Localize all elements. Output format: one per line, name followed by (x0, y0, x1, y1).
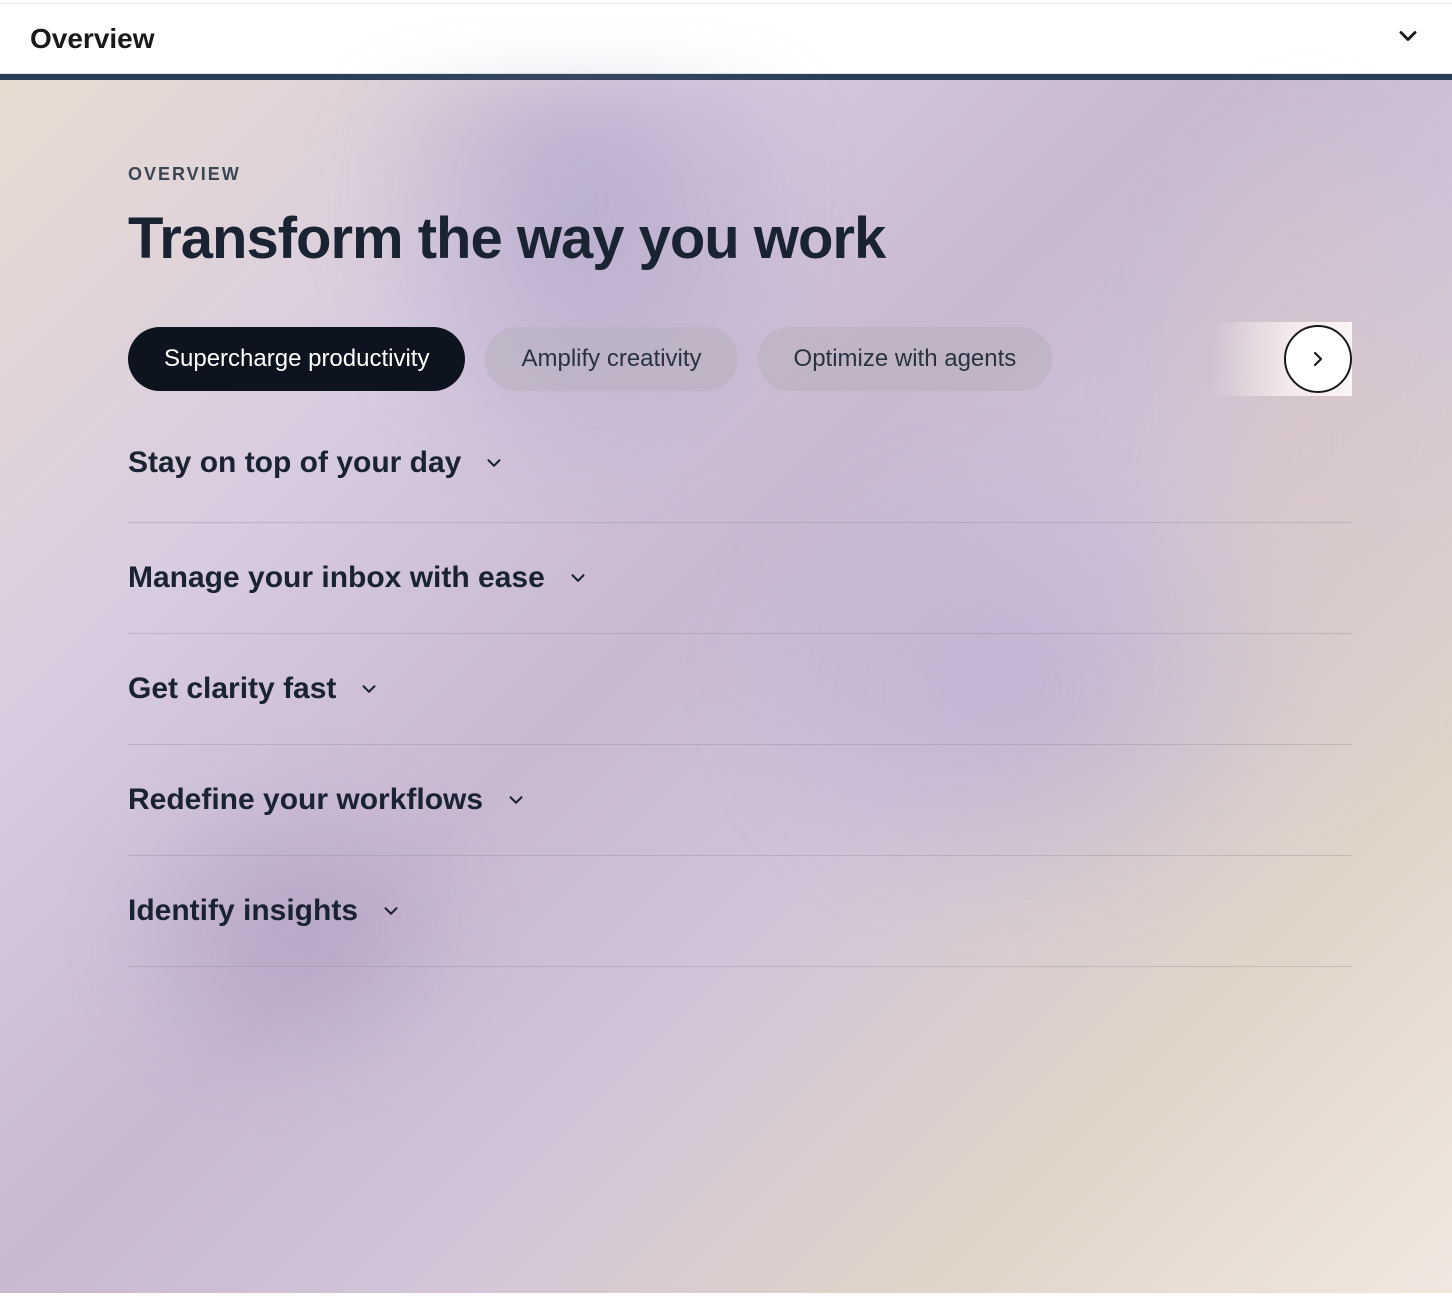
accordion-item-redefine-workflows[interactable]: Redefine your workflows (128, 745, 1352, 856)
accordion-item-manage-inbox[interactable]: Manage your inbox with ease (128, 523, 1352, 634)
chevron-down-icon (1394, 22, 1422, 50)
accordion-item-stay-on-top[interactable]: Stay on top of your day (128, 446, 1352, 523)
page-header: Overview (0, 4, 1452, 74)
content-area: OVERVIEW Transform the way you work Supe… (0, 74, 1452, 1293)
chevron-down-icon (358, 678, 380, 700)
accordion-item-identify-insights[interactable]: Identify insights (128, 856, 1352, 967)
main-heading: Transform the way you work (128, 205, 1352, 272)
chevron-down-icon (380, 900, 402, 922)
accordion-item-get-clarity[interactable]: Get clarity fast (128, 634, 1352, 745)
chevron-down-icon (505, 789, 527, 811)
tabs-scroll-next-button[interactable] (1284, 325, 1352, 393)
header-title: Overview (30, 23, 155, 55)
tab-amplify-creativity[interactable]: Amplify creativity (485, 327, 737, 391)
chevron-right-icon (1306, 347, 1330, 371)
accordion-title: Get clarity fast (128, 672, 336, 706)
accordion-list: Stay on top of your day Manage your inbo… (128, 446, 1352, 967)
accordion-title: Stay on top of your day (128, 446, 461, 480)
accordion-title: Identify insights (128, 894, 358, 928)
header-expand-toggle[interactable] (1394, 22, 1422, 55)
tab-supercharge-productivity[interactable]: Supercharge productivity (128, 327, 465, 391)
tabs-container: Supercharge productivity Amplify creativ… (128, 327, 1352, 391)
chevron-down-icon (483, 452, 505, 474)
accordion-title: Redefine your workflows (128, 783, 483, 817)
section-eyebrow: OVERVIEW (128, 164, 1352, 185)
tab-optimize-with-agents[interactable]: Optimize with agents (758, 327, 1053, 391)
accordion-title: Manage your inbox with ease (128, 561, 545, 595)
chevron-down-icon (567, 567, 589, 589)
